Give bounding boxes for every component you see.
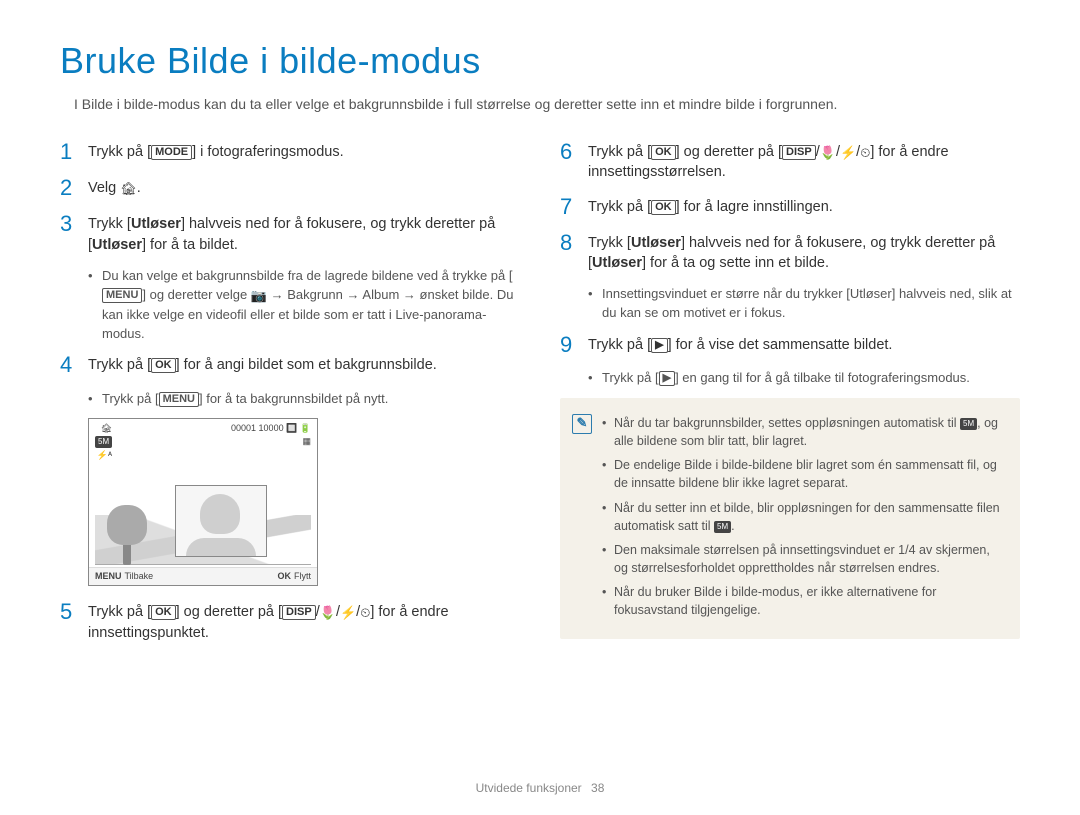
step-number: 5 (60, 600, 88, 643)
step-3-notes: Du kan velge et bakgrunnsbilde fra de la… (88, 267, 520, 343)
play-icon: ▶ (659, 371, 675, 386)
disp-icon: DISP (782, 145, 816, 160)
note-item: De endelige Bilde i bilde-bildene blir l… (602, 456, 1004, 492)
right-column: 6 Trykk på [OK] og deretter på [DISP/🌷/⚡… (560, 140, 1020, 655)
tree-graphic (107, 505, 147, 565)
menu-icon: MENU (159, 392, 199, 407)
disp-icon: DISP (282, 605, 316, 620)
info-note-box: ✎ Når du tar bakgrunnsbilder, settes opp… (560, 398, 1020, 639)
shutter-label: Utløser (131, 216, 181, 232)
step-5: 5 Trykk på [OK] og deretter på [DISP/🌷/⚡… (60, 600, 520, 643)
page-title: Bruke Bilde i bilde-modus (60, 40, 1020, 82)
step-number: 9 (560, 333, 588, 357)
camera-icon: 📷 (251, 287, 267, 306)
shutter-label: Utløser (850, 286, 892, 301)
note-list: Når du tar bakgrunnsbilder, settes opplø… (602, 414, 1004, 625)
step-text: Trykk [Utløser] halvveis ned for å fokus… (588, 231, 1020, 274)
step-9: 9 Trykk på [▶] for å vise det sammensatt… (560, 333, 1020, 357)
step-9-notes: Trykk på [▶] en gang til for å gå tilbak… (588, 369, 1020, 388)
sub-note: Trykk på [MENU] for å ta bakgrunnsbildet… (88, 390, 520, 409)
resolution-badge-icon: 5M (960, 418, 977, 430)
step-1: 1 Trykk på [MODE] i fotograferingsmodus. (60, 140, 520, 164)
step-8: 8 Trykk [Utløser] halvveis ned for å fok… (560, 231, 1020, 274)
shutter-label: Utløser (92, 237, 142, 253)
flash-icon: ⚡ (340, 604, 356, 622)
preview-scene (95, 465, 311, 565)
step-number: 8 (560, 231, 588, 274)
step-4: 4 Trykk på [OK] for å angi bildet som et… (60, 353, 520, 377)
note-item: Når du setter inn et bilde, blir oppløsn… (602, 499, 1004, 535)
step-text: Velg 🏚. (88, 176, 141, 200)
step-number: 2 (60, 176, 88, 200)
softkey-back: MENUTilbake (95, 571, 153, 581)
menu-icon: MENU (102, 288, 142, 303)
grid-icon: ▦ (231, 436, 311, 447)
sub-note: Trykk på [▶] en gang til for å gå tilbak… (588, 369, 1020, 388)
pip-status-icon: 🏚 (95, 423, 112, 434)
step-4-notes: Trykk på [MENU] for å ta bakgrunnsbildet… (88, 390, 520, 409)
step-text: Trykk [Utløser] halvveis ned for å fokus… (88, 212, 520, 255)
sub-note: Du kan velge et bakgrunnsbilde fra de la… (88, 267, 520, 343)
step-number: 4 (60, 353, 88, 377)
preview-softkeys: MENUTilbake OKFlytt (89, 567, 317, 585)
footer-page-number: 38 (591, 781, 604, 795)
preview-status-bar: 🏚 5M ⚡ᴬ 00001 10000 🔲 🔋 ▦ (89, 419, 317, 463)
ok-icon: OK (151, 605, 176, 620)
ok-icon: OK (651, 145, 676, 160)
step-text: Trykk på [OK] for å angi bildet som et b… (88, 353, 437, 377)
note-icon: ✎ (572, 414, 592, 434)
macro-icon: 🌷 (820, 144, 836, 162)
note-item: Når du tar bakgrunnsbilder, settes opplø… (602, 414, 1004, 450)
step-2: 2 Velg 🏚. (60, 176, 520, 200)
macro-icon: 🌷 (320, 604, 336, 622)
shutter-label: Utløser (631, 235, 681, 251)
step-6: 6 Trykk på [OK] og deretter på [DISP/🌷/⚡… (560, 140, 1020, 183)
intro-text: I Bilde i bilde-modus kan du ta eller ve… (74, 96, 1020, 112)
mode-icon: MODE (151, 145, 192, 160)
pip-mode-icon: 🏚 (120, 180, 137, 198)
resolution-icon: 5M (95, 436, 112, 448)
step-text: Trykk på [OK] og deretter på [DISP/🌷/⚡/⏲… (588, 140, 1020, 183)
ok-icon: OK (651, 200, 676, 215)
frame-counter: 00001 10000 🔲 🔋 (231, 423, 311, 434)
timer-icon: ⏲ (360, 604, 370, 622)
step-number: 7 (560, 195, 588, 219)
step-number: 1 (60, 140, 88, 164)
step-8-notes: Innsettingsvinduet er større når du tryk… (588, 285, 1020, 323)
footer-section: Utvidede funksjoner (476, 781, 582, 795)
step-text: Trykk på [OK] og deretter på [DISP/🌷/⚡/⏲… (88, 600, 520, 643)
step-text: Trykk på [MODE] i fotograferingsmodus. (88, 140, 344, 164)
page-footer: Utvidede funksjoner 38 (0, 781, 1080, 795)
flash-icon: ⚡ (840, 144, 856, 162)
play-icon: ▶ (651, 338, 667, 353)
inset-portrait (175, 485, 267, 557)
left-column: 1 Trykk på [MODE] i fotograferingsmodus.… (60, 140, 520, 655)
step-number: 6 (560, 140, 588, 183)
step-text: Trykk på [OK] for å lagre innstillingen. (588, 195, 833, 219)
shutter-label: Utløser (592, 255, 642, 271)
ok-icon: OK (151, 358, 176, 373)
step-3: 3 Trykk [Utløser] halvveis ned for å fok… (60, 212, 520, 255)
softkey-move: OKFlytt (278, 571, 312, 581)
flash-auto-icon: ⚡ᴬ (95, 450, 112, 461)
step-7: 7 Trykk på [OK] for å lagre innstillinge… (560, 195, 1020, 219)
note-item: Når du bruker Bilde i bilde-modus, er ik… (602, 583, 1004, 619)
step-text: Trykk på [▶] for å vise det sammensatte … (588, 333, 892, 357)
sub-note: Innsettingsvinduet er større når du tryk… (588, 285, 1020, 323)
timer-icon: ⏲ (860, 144, 870, 162)
content-columns: 1 Trykk på [MODE] i fotograferingsmodus.… (60, 140, 1020, 655)
resolution-badge-icon: 5M (714, 521, 731, 533)
camera-preview: 🏚 5M ⚡ᴬ 00001 10000 🔲 🔋 ▦ MENUTilbake OK… (88, 418, 318, 586)
step-number: 3 (60, 212, 88, 255)
note-item: Den maksimale størrelsen på innsettingsv… (602, 541, 1004, 577)
